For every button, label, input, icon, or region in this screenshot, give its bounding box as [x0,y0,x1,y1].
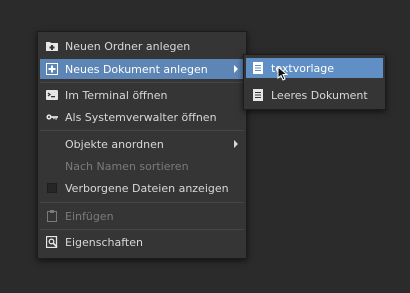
menu-item-label: Objekte anordnen [65,137,164,151]
chevron-right-icon [234,140,238,148]
text-document-icon [252,89,264,101]
document-new-icon [46,63,58,75]
menu-item-show-hidden-files[interactable]: Verborgene Dateien anzeigen [40,178,244,198]
menu-item-label: Einfügen [65,209,114,223]
terminal-icon [46,89,58,101]
menu-item-arrange-items[interactable]: Objekte anordnen [40,134,244,154]
menu-item-sort-by-name: Nach Namen sortieren [40,156,244,176]
hidden-files-checkbox[interactable] [47,183,57,193]
submenu-item-textvorlage[interactable]: textvorlage [246,58,383,78]
context-menu: Neuen Ordner anlegen Neues Dokument anle… [37,31,247,259]
properties-icon [46,236,58,248]
submenu-item-empty-document[interactable]: Leeres Dokument [246,85,383,105]
menu-item-label: Verborgene Dateien anzeigen [65,181,229,195]
new-document-submenu: textvorlage Leeres Dokument [243,54,386,110]
menu-item-new-document[interactable]: Neues Dokument anlegen [40,59,244,79]
menu-item-label: Neuen Ordner anlegen [65,39,191,53]
separator [40,130,244,131]
menu-item-label: Als Systemverwalter öffnen [65,110,217,124]
mouse-cursor-icon [277,66,289,81]
chevron-right-icon [234,65,238,73]
clipboard-icon [46,210,58,222]
submenu-item-label: Leeres Dokument [271,88,368,102]
menu-item-label: Neues Dokument anlegen [65,62,208,76]
folder-new-icon [46,40,58,52]
menu-item-label: Eigenschaften [65,235,143,249]
separator [40,229,244,230]
menu-item-properties[interactable]: Eigenschaften [40,232,244,252]
menu-item-paste: Einfügen [40,206,244,226]
key-icon [46,111,58,123]
menu-item-open-as-admin[interactable]: Als Systemverwalter öffnen [40,107,244,127]
menu-item-label: Im Terminal öffnen [65,88,168,102]
menu-item-new-folder[interactable]: Neuen Ordner anlegen [40,36,244,56]
menu-item-label: Nach Namen sortieren [65,159,189,173]
text-document-icon [252,62,264,74]
separator [40,202,244,203]
menu-item-open-terminal[interactable]: Im Terminal öffnen [40,85,244,105]
separator [40,82,244,83]
